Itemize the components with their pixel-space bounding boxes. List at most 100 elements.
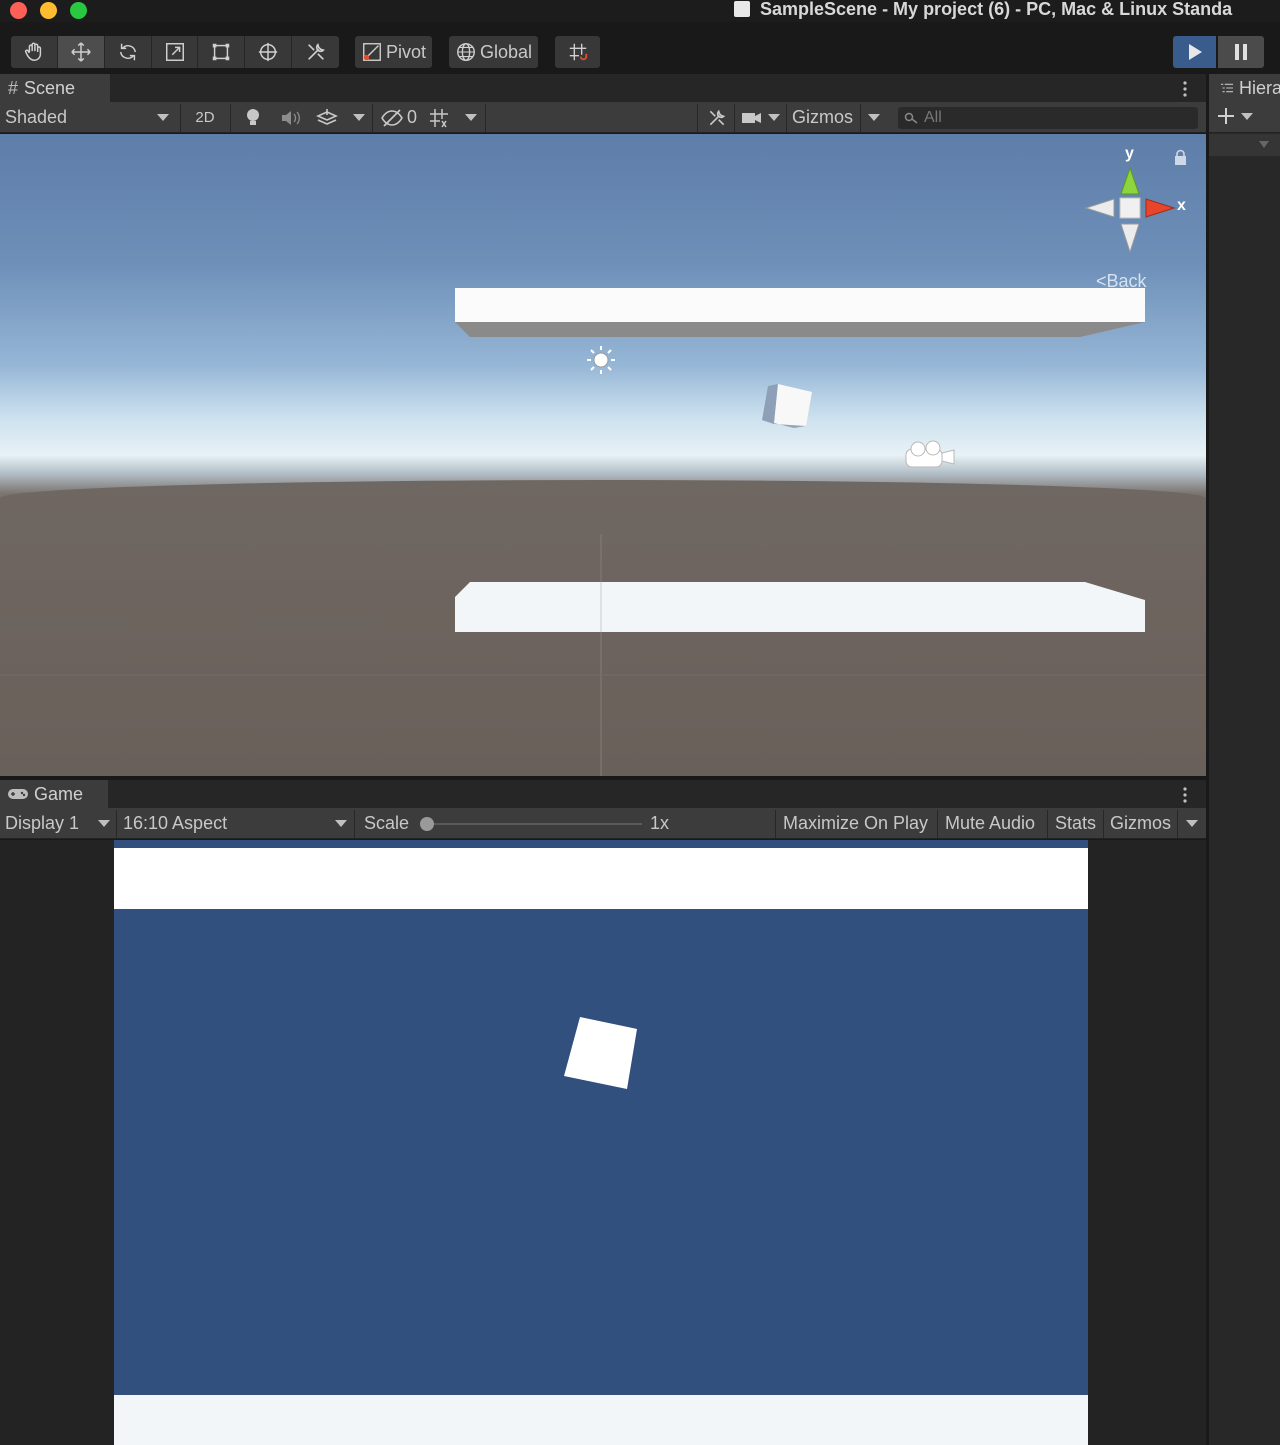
rect-tool-button[interactable] (198, 36, 246, 68)
pivot-icon (363, 43, 381, 61)
scene-viewport[interactable]: y x <Back (0, 134, 1206, 776)
2d-mode-label: 2D (195, 109, 215, 126)
hand-tool-button[interactable] (11, 36, 58, 68)
hash-grid-icon: # (8, 77, 19, 98)
game-tab-bar: Game (0, 778, 1206, 808)
minimize-window-button[interactable] (40, 2, 57, 19)
scale-slider-track[interactable] (428, 823, 642, 825)
scale-tool-button[interactable] (152, 36, 199, 68)
hierarchy-scene-row[interactable] (1209, 134, 1280, 156)
hierarchy-panel: Hiera (1207, 74, 1280, 1445)
scale-label: Scale (364, 813, 410, 833)
gizmo-y-label: y (1125, 145, 1134, 162)
scene-gizmos-dropdown[interactable] (866, 104, 882, 131)
game-tab-label: Game (34, 783, 84, 804)
tools-icon (709, 109, 726, 125)
snap-grid-button[interactable] (555, 36, 600, 68)
bottom-platform (455, 582, 1145, 632)
camera-settings-dropdown[interactable] (742, 104, 782, 131)
window-title-bar: SampleScene - My project (6) - PC, Mac &… (0, 0, 1280, 22)
close-window-button[interactable] (10, 2, 27, 19)
grid-dropdown[interactable] (462, 104, 480, 131)
game-gizmos-dropdown[interactable] (1184, 810, 1200, 837)
back-arrow-icon: < (1096, 271, 1107, 291)
unity-logo-icon (734, 1, 750, 17)
mute-audio-toggle[interactable]: Mute Audio (945, 810, 1035, 837)
play-icon (1188, 44, 1202, 60)
grid-visibility-toggle[interactable] (426, 104, 452, 131)
hierarchy-toolbar (1209, 102, 1280, 133)
grid-icon (430, 108, 448, 127)
display-value: Display 1 (5, 813, 80, 833)
display-dropdown[interactable]: Display 1 (5, 810, 112, 837)
create-object-button[interactable] (1217, 107, 1253, 125)
effects-dropdown[interactable] (350, 104, 368, 131)
layers-effects-icon (316, 108, 338, 125)
tab-game[interactable]: Game (0, 780, 108, 808)
2d-mode-toggle[interactable]: 2D (186, 104, 224, 131)
plus-icon (1218, 108, 1234, 124)
scene-search-field[interactable]: All (898, 107, 1198, 129)
lightbulb-icon (247, 108, 259, 125)
gizmo-x-label: x (1177, 197, 1186, 214)
chevron-down-icon (1186, 820, 1198, 827)
eye-hidden-icon (381, 108, 403, 127)
window-title: SampleScene - My project (6) - PC, Mac &… (760, 0, 1233, 19)
scale-slider-thumb[interactable] (420, 817, 434, 831)
pivot-toggle[interactable]: Pivot (355, 36, 433, 68)
game-gizmos-toggle[interactable]: Gizmos (1110, 810, 1171, 837)
chevron-down-icon (1241, 112, 1253, 120)
effects-toggle[interactable] (314, 104, 340, 131)
game-cube (564, 1017, 637, 1089)
zoom-window-button[interactable] (70, 2, 87, 19)
audio-toggle[interactable] (278, 104, 304, 131)
transform-icon (259, 42, 278, 62)
pause-icon (1235, 44, 1247, 60)
kebab-menu-icon (1183, 81, 1187, 97)
scene-tab-label: Scene (24, 77, 76, 98)
move-tool-button[interactable] (57, 36, 105, 68)
stats-toggle[interactable]: Stats (1055, 810, 1096, 837)
scale-value: 1x (650, 813, 670, 833)
top-platform (455, 288, 1145, 337)
scene-search-placeholder: All (924, 109, 942, 126)
play-button[interactable] (1173, 36, 1216, 68)
pivot-label: Pivot (386, 41, 427, 62)
chevron-down-icon (157, 114, 169, 121)
pause-button[interactable] (1218, 36, 1264, 68)
scene-gizmos-toggle[interactable]: Gizmos (792, 104, 853, 131)
search-icon (904, 112, 918, 124)
shading-mode-dropdown[interactable]: Shaded (5, 104, 173, 131)
transform-tools (11, 36, 339, 68)
global-label: Global (480, 41, 533, 62)
chevron-down-icon (353, 114, 365, 121)
game-viewport[interactable] (114, 840, 1088, 1445)
chevron-down-icon (98, 820, 110, 827)
hidden-objects-toggle[interactable]: 0 (380, 104, 418, 131)
scene-panel-menu[interactable] (1182, 80, 1188, 103)
transform-tool-button[interactable] (245, 36, 293, 68)
custom-tool-button[interactable] (292, 36, 339, 68)
tab-hierarchy[interactable]: Hiera (1209, 74, 1280, 102)
scene-tab-bar: # Scene (0, 74, 1206, 102)
scale-icon (165, 43, 184, 61)
lighting-toggle[interactable] (240, 104, 266, 131)
rotate-tool-button[interactable] (105, 36, 152, 68)
aspect-dropdown[interactable]: 16:10 Aspect (123, 810, 349, 837)
chevron-down-icon (335, 820, 347, 827)
grid-snap-icon (569, 43, 587, 61)
tools-icon (307, 43, 325, 60)
game-render (114, 848, 1088, 1445)
globe-icon (457, 43, 475, 61)
maximize-on-play-toggle[interactable]: Maximize On Play (783, 810, 928, 837)
rotate-icon (119, 43, 136, 61)
tab-scene[interactable]: # Scene (0, 74, 110, 102)
scene-tools-button[interactable] (705, 104, 729, 131)
lock-icon (1175, 149, 1186, 165)
camera-icon (742, 112, 761, 123)
view-direction-text: Back (1106, 271, 1147, 291)
game-panel-menu[interactable] (1182, 786, 1188, 809)
global-toggle[interactable]: Global (449, 36, 539, 68)
game-top-platform (114, 848, 1088, 909)
view-direction-label[interactable]: <Back (1096, 271, 1147, 292)
